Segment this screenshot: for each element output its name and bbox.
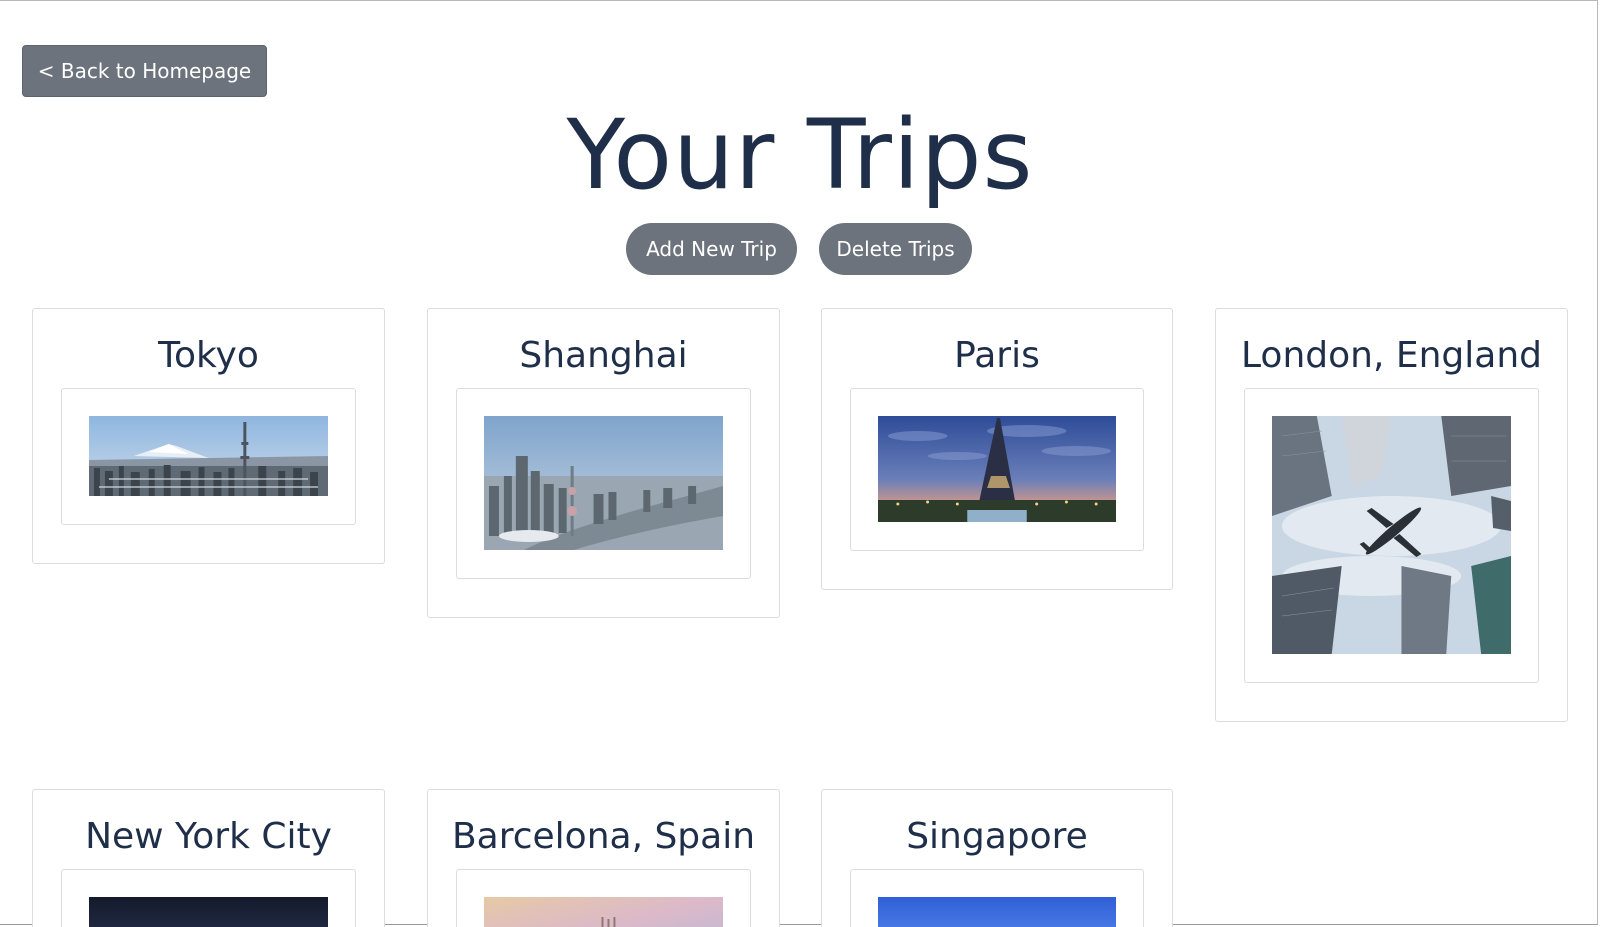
trip-card-new-york[interactable]: New York City — [32, 789, 385, 927]
trip-image-frame — [850, 869, 1144, 927]
trip-title: Barcelona, Spain — [451, 816, 756, 857]
add-new-trip-button[interactable]: Add New Trip — [626, 223, 797, 275]
trip-image-frame — [850, 388, 1144, 551]
trip-image-frame — [61, 869, 356, 927]
trip-title: London, England — [1241, 335, 1542, 376]
trip-image-frame — [1244, 388, 1539, 683]
trip-title: New York City — [85, 816, 332, 857]
trip-card-tokyo[interactable]: Tokyo — [32, 308, 385, 564]
trip-image-frame — [456, 869, 751, 927]
trip-title: Singapore — [906, 816, 1088, 857]
trip-image-frame — [61, 388, 356, 525]
trip-title: Shanghai — [519, 335, 688, 376]
trip-card-paris[interactable]: Paris — [821, 308, 1173, 590]
trip-card-shanghai[interactable]: Shanghai — [427, 308, 780, 618]
new-york-night-image — [89, 897, 328, 927]
barcelona-sunset-image — [484, 897, 723, 927]
trip-card-barcelona[interactable]: Barcelona, Spain — [427, 789, 780, 927]
singapore-sky-image — [878, 897, 1116, 927]
trip-image-frame — [456, 388, 751, 579]
shanghai-skyline-image — [484, 416, 723, 550]
tokyo-skyline-image — [89, 416, 328, 496]
trip-card-london[interactable]: London, England — [1215, 308, 1568, 722]
page-title: Your Trips — [566, 99, 1034, 211]
trip-title: Paris — [954, 335, 1040, 376]
airplane-skyscrapers-image — [1272, 416, 1511, 654]
eiffel-tower-image — [878, 416, 1116, 522]
trip-title: Tokyo — [158, 335, 259, 376]
trip-card-singapore[interactable]: Singapore — [821, 789, 1173, 927]
back-to-homepage-button[interactable]: < Back to Homepage — [22, 45, 267, 97]
delete-trips-button[interactable]: Delete Trips — [819, 223, 972, 275]
